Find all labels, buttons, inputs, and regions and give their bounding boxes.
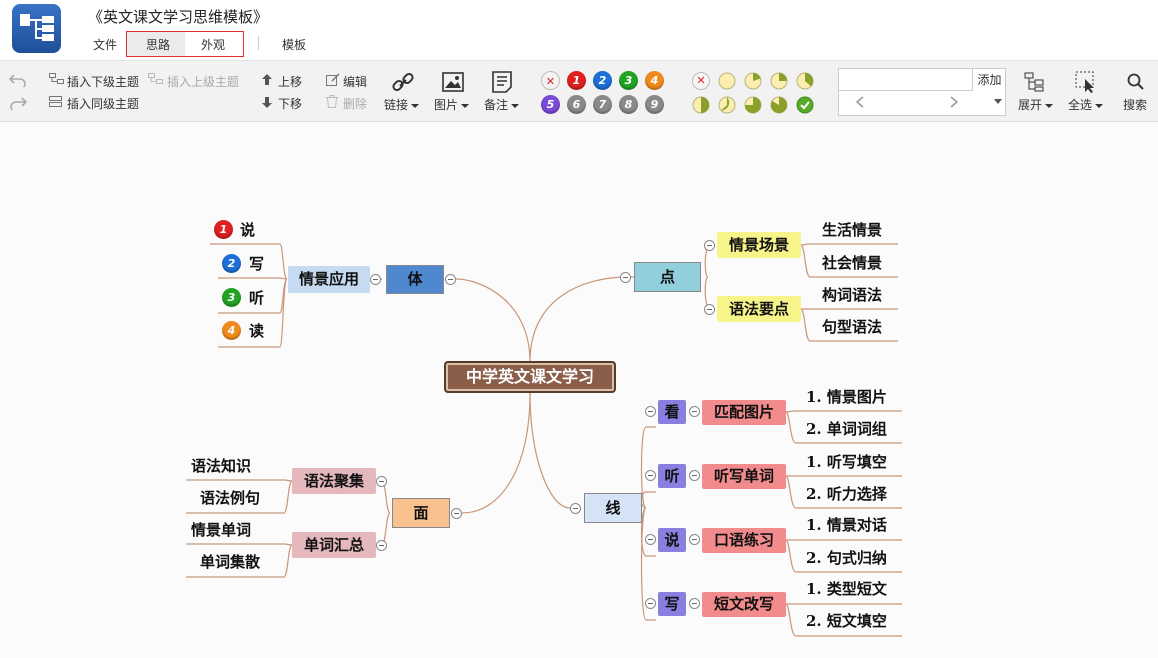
collapse-toggle-icon[interactable] <box>645 598 656 609</box>
collapse-toggle-icon[interactable] <box>376 476 387 487</box>
topic-shuo[interactable]: 说 <box>658 528 686 552</box>
leaf-du[interactable]: 读 <box>249 320 264 341</box>
leaf-danci-jisan[interactable]: 单词集散 <box>200 551 260 572</box>
topic-qingjing-changjing[interactable]: 情景场景 <box>717 232 801 258</box>
leaf-tingli-xuanze[interactable]: 2. 听力选择 <box>806 483 887 504</box>
leaf-qingjing-duihua[interactable]: 1. 情景对话 <box>806 514 887 535</box>
topic-kan[interactable]: 看 <box>658 400 686 424</box>
topic-duanwen-gaixie[interactable]: 短文改写 <box>702 592 786 617</box>
branch-mian[interactable]: 面 <box>392 498 450 528</box>
topic-pipei-tupian[interactable]: 匹配图片 <box>702 400 786 425</box>
collapse-toggle-icon[interactable] <box>645 534 656 545</box>
collapse-toggle-icon[interactable] <box>704 240 715 251</box>
collapse-toggle-icon[interactable] <box>689 470 700 481</box>
leaf-leixing-duanwen[interactable]: 1. 类型短文 <box>806 578 887 599</box>
leaf-jushi-guina[interactable]: 2. 句式归纳 <box>806 547 887 568</box>
topic-ting[interactable]: 听 <box>658 464 686 488</box>
leaf-shehui-qingjing[interactable]: 社会情景 <box>822 252 882 273</box>
collapse-toggle-icon[interactable] <box>370 274 381 285</box>
leaf-qingjing-tupian[interactable]: 1. 情景图片 <box>806 386 887 407</box>
leaf-goucí-yufa[interactable]: 构词语法 <box>822 284 882 305</box>
priority-2-icon: 2 <box>222 254 241 273</box>
collapse-toggle-icon[interactable] <box>451 508 462 519</box>
collapse-toggle-icon[interactable] <box>645 470 656 481</box>
collapse-toggle-icon[interactable] <box>645 406 656 417</box>
topic-qingjing-yingyong[interactable]: 情景应用 <box>288 266 370 293</box>
leaf-tingxie-tiankong[interactable]: 1. 听写填空 <box>806 451 887 472</box>
collapse-toggle-icon[interactable] <box>620 272 631 283</box>
topic-yufa-yaodian[interactable]: 语法要点 <box>717 296 801 322</box>
connector-lines <box>186 243 902 637</box>
root-topic[interactable]: 中学英文课文学习 <box>444 361 616 393</box>
topic-xie[interactable]: 写 <box>658 592 686 616</box>
collapse-toggle-icon[interactable] <box>689 406 700 417</box>
collapse-toggle-icon[interactable] <box>376 540 387 551</box>
collapse-toggle-icon[interactable] <box>445 274 456 285</box>
leaf-shenghuo-qingjing[interactable]: 生活情景 <box>822 219 882 240</box>
leaf-juxing-yufa[interactable]: 句型语法 <box>822 316 882 337</box>
branch-ti[interactable]: 体 <box>386 265 444 294</box>
topic-danci-huizong[interactable]: 单词汇总 <box>292 532 376 558</box>
branch-dian[interactable]: 点 <box>634 262 701 292</box>
topic-tingxie-danci[interactable]: 听写单词 <box>702 464 786 489</box>
collapse-toggle-icon[interactable] <box>689 598 700 609</box>
branch-xian[interactable]: 线 <box>584 493 642 523</box>
topic-kouyu-lianxi[interactable]: 口语练习 <box>702 528 786 553</box>
collapse-toggle-icon[interactable] <box>570 503 581 514</box>
leaf-shuo[interactable]: 说 <box>240 219 255 240</box>
leaf-xie[interactable]: 写 <box>249 253 264 274</box>
mind-map-app: 《英文课文学习思维模板》 文件 思路 外观 模板 插入下级主题 插入上级主题 插… <box>0 0 1158 658</box>
leaf-duanwen-tiankong[interactable]: 2. 短文填空 <box>806 610 887 631</box>
collapse-toggle-icon[interactable] <box>689 534 700 545</box>
priority-4-icon: 4 <box>222 321 241 340</box>
leaf-yufa-liju[interactable]: 语法例句 <box>200 487 260 508</box>
collapse-toggle-icon[interactable] <box>704 304 715 315</box>
leaf-qingjing-danci[interactable]: 情景单词 <box>191 519 251 540</box>
leaf-ting[interactable]: 听 <box>249 287 264 308</box>
leaf-danci-cizu[interactable]: 2. 单词词组 <box>806 418 887 439</box>
topic-yufa-juji[interactable]: 语法聚集 <box>292 468 376 494</box>
leaf-yufa-zhishi[interactable]: 语法知识 <box>191 455 251 476</box>
priority-1-icon: 1 <box>214 220 233 239</box>
priority-3-icon: 3 <box>222 288 241 307</box>
